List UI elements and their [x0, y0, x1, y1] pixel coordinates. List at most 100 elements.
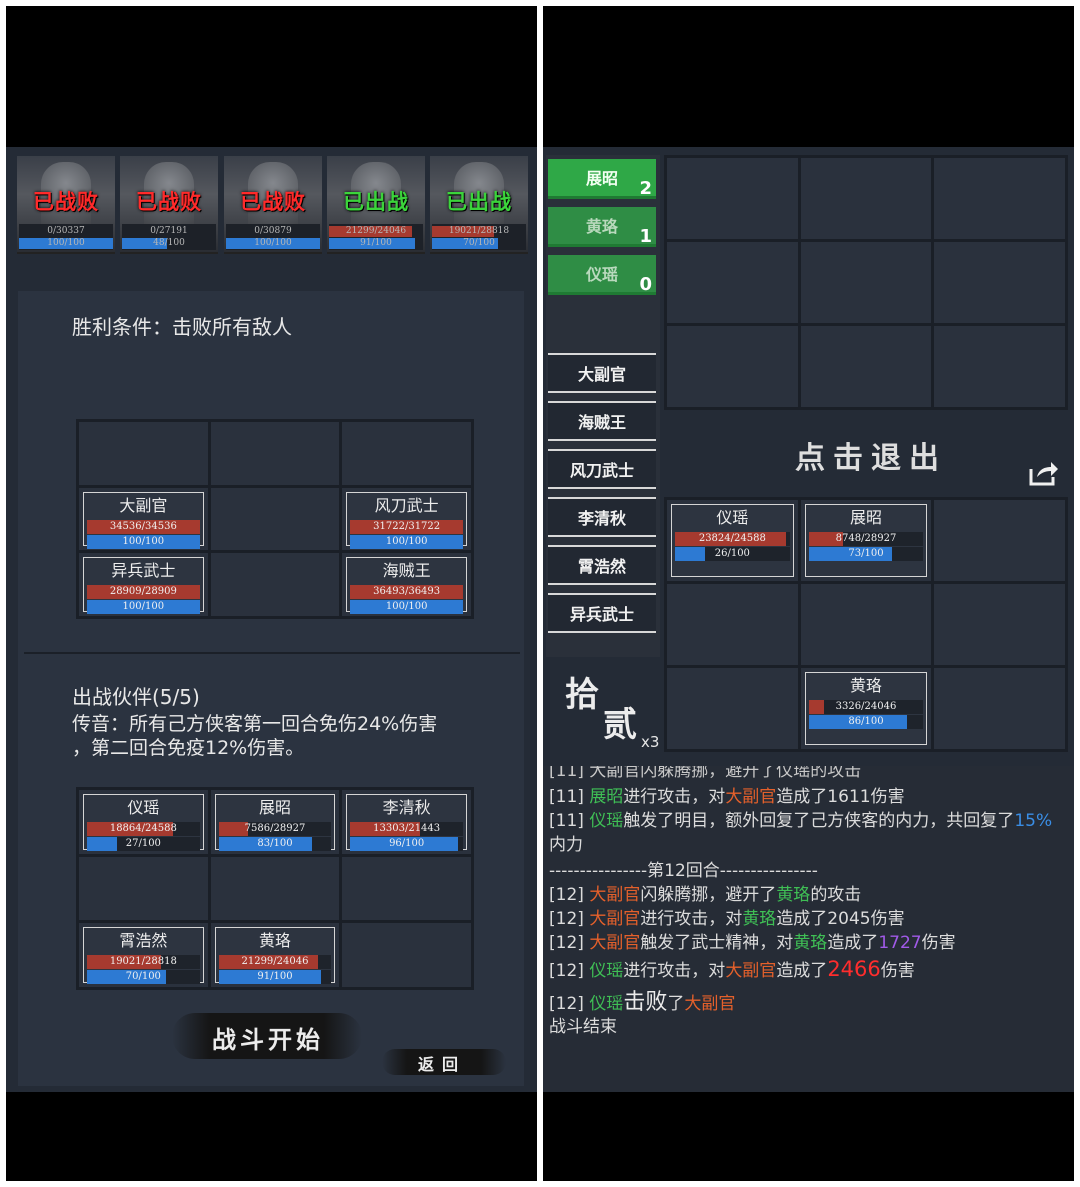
buff-text-line2: ，第二回合免疫12%伤害。	[72, 737, 305, 759]
unit-card[interactable]: 大副官 34536/34536 100/100	[83, 491, 204, 549]
unit-card[interactable]: 海贼王 36493/36493 100/100	[346, 557, 467, 615]
unit-card[interactable]: 展昭 8748/28927 73/100	[804, 504, 928, 577]
unit-hp-text: 19021/28818	[109, 956, 177, 968]
grid-cell[interactable]: 李清秋 13303/21443 96/100	[342, 790, 471, 854]
unit-hp-text: 36493/36493	[373, 586, 441, 598]
log-line: [11] 仪瑶触发了明目，额外回复了己方侠客的内力，共回复了15%	[549, 806, 1052, 831]
start-battle-button[interactable]: 战斗开始	[212, 1020, 324, 1055]
unit-name: 海贼王	[382, 561, 431, 581]
exit-button[interactable]: 点击退出	[795, 433, 947, 477]
unit-name: 霄浩然	[119, 931, 168, 951]
grid-cell[interactable]	[79, 422, 208, 485]
unit-card[interactable]: 黄珞 3326/24046 86/100	[804, 672, 928, 745]
victory-condition: 胜利条件：击败所有敌人	[72, 315, 292, 339]
log-fragment: 触发了明目，额外回复了己方侠客的内力，共回复了	[623, 811, 1015, 831]
grid-cell[interactable]	[210, 553, 340, 616]
grid-cell[interactable]	[800, 584, 932, 665]
unit-energy-bar: 96/100	[350, 837, 463, 851]
hero-energy-text: 100/100	[254, 238, 292, 248]
unit-hp-bar: 13303/21443	[350, 822, 463, 836]
grid-cell[interactable]	[342, 422, 471, 485]
grid-cell[interactable]	[210, 856, 340, 921]
ally-button-count: 2	[639, 178, 652, 199]
share-icon[interactable]	[1027, 459, 1059, 487]
log-fragment: 进行攻击，对	[623, 787, 726, 807]
unit-hp-bar: 28909/28909	[87, 585, 200, 600]
log-fragment: 15%	[1014, 811, 1053, 831]
enemy-select-button[interactable]: 风刀武士	[548, 449, 656, 489]
grid-cell[interactable]: 霄浩然 19021/28818 70/100	[79, 923, 208, 987]
hero-card[interactable]: 已战败 0/30337 100/100	[17, 156, 115, 254]
hero-card[interactable]: 已出战 19021/28818 70/100	[430, 156, 528, 254]
enemy-formation-grid: 大副官 34536/34536 100/100 风刀武士 31722/31722 100/…	[76, 419, 474, 619]
log-fragment: [12]	[549, 961, 590, 981]
ally-select-button[interactable]: 展昭 2	[548, 159, 656, 199]
log-fragment: 击败	[623, 990, 668, 1015]
grid-cell[interactable]	[667, 584, 798, 665]
log-line-cut: [11] 大副官闪躲腾挪，避开了仪瑶的攻击	[549, 766, 862, 781]
hero-bars: 0/30337 100/100	[19, 224, 113, 250]
grid-cell[interactable]: 风刀武士 31722/31722 100/100	[342, 487, 471, 551]
enemy-select-button[interactable]: 李清秋	[548, 497, 656, 537]
hero-status: 已出战	[446, 190, 512, 214]
grid-cell[interactable]: 海贼王 36493/36493 100/100	[342, 553, 471, 616]
grid-cell[interactable]	[79, 856, 208, 921]
hero-card[interactable]: 已出战 21299/24046 91/100	[327, 156, 425, 254]
log-line: [12] 大副官触发了武士精神，对黄珞造成了1727伤害	[549, 928, 956, 953]
unit-name: 展昭	[849, 508, 882, 527]
hero-energy-text: 100/100	[47, 238, 85, 248]
grid-cell[interactable]	[934, 668, 1065, 749]
enemy-select-button[interactable]: 异兵武士	[548, 593, 656, 633]
log-fragment: 触发了武士精神，对	[640, 933, 794, 953]
grid-cell[interactable]: 仪瑶 23824/24588 26/100	[667, 500, 798, 581]
hero-bars: 21299/24046 91/100	[329, 224, 423, 250]
ally-button-count: 0	[639, 274, 652, 295]
unit-hp-bar: 23824/24588	[675, 532, 790, 546]
ally-select-button[interactable]: 仪瑶 0	[548, 255, 656, 295]
grid-cell[interactable]: 仪瑶 18864/24588 27/100	[79, 790, 208, 854]
hero-status: 已战败	[240, 190, 306, 214]
hero-card[interactable]: 已战败 0/27191 48/100	[120, 156, 218, 254]
hero-energy-text: 70/100	[463, 238, 495, 248]
unit-hp-text: 3326/24046	[835, 701, 897, 712]
unit-card[interactable]: 仪瑶 18864/24588 27/100	[83, 794, 204, 851]
grid-cell[interactable]	[934, 500, 1065, 581]
grid-cell[interactable]	[210, 487, 340, 551]
enemy-select-button[interactable]: 海贼王	[548, 401, 656, 441]
back-button[interactable]: 返回	[418, 1051, 466, 1075]
grid-cell[interactable]: 黄珞 21299/24046 91/100	[210, 923, 340, 987]
unit-energy-text: 100/100	[385, 535, 428, 547]
unit-card[interactable]: 异兵武士 28909/28909 100/100	[83, 557, 204, 615]
unit-card[interactable]: 黄珞 21299/24046 91/100	[214, 927, 336, 985]
unit-card[interactable]: 仪瑶 23824/24588 26/100	[671, 504, 794, 577]
battle-prep-screen: 已战败0/30337100/100上官齐已战败0/2719148/100田伯纶已…	[6, 147, 537, 1092]
grid-cell[interactable]: 展昭 7586/28927 83/100	[210, 790, 340, 854]
grid-cell[interactable]	[934, 584, 1065, 665]
grid-cell[interactable]	[210, 422, 340, 485]
unit-card[interactable]: 展昭 7586/28927 83/100	[214, 794, 336, 851]
unit-energy-text: 27/100	[125, 838, 161, 849]
unit-card[interactable]: 风刀武士 31722/31722 100/100	[346, 491, 467, 549]
hero-bars: 0/27191 48/100	[122, 224, 216, 250]
unit-energy-bar: 70/100	[87, 970, 200, 985]
ally-select-button[interactable]: 黄珞 1	[548, 207, 656, 247]
speed-multiplier[interactable]: x3	[641, 733, 659, 751]
hero-hp-text: 19021/28818	[448, 226, 510, 236]
enemy-select-button[interactable]: 大副官	[548, 353, 656, 393]
hero-card[interactable]: 已战败 0/30879 100/100	[224, 156, 322, 254]
unit-card[interactable]: 李清秋 13303/21443 96/100	[346, 794, 467, 851]
grid-cell[interactable]: 大副官 34536/34536 100/100	[79, 487, 208, 551]
grid-cell[interactable]	[667, 668, 798, 749]
log-fragment: 进行攻击，对	[640, 909, 743, 929]
log-fragment: 内力	[549, 835, 583, 855]
grid-cell[interactable]: 异兵武士 28909/28909 100/100	[79, 553, 208, 616]
grid-cell[interactable]: 黄珞 3326/24046 86/100	[800, 668, 932, 749]
grid-cell[interactable]	[342, 856, 471, 921]
grid-cell[interactable]: 展昭 8748/28927 73/100	[800, 500, 932, 581]
ally-formation-grid: 仪瑶 18864/24588 27/100 展昭 7586/28927 83/100 李清秋…	[76, 787, 474, 990]
grid-cell[interactable]	[342, 923, 471, 987]
unit-energy-bar: 73/100	[808, 547, 924, 561]
enemy-select-button[interactable]: 霄浩然	[548, 545, 656, 585]
unit-card[interactable]: 霄浩然 19021/28818 70/100	[83, 927, 204, 985]
unit-hp-bar: 19021/28818	[87, 955, 200, 970]
